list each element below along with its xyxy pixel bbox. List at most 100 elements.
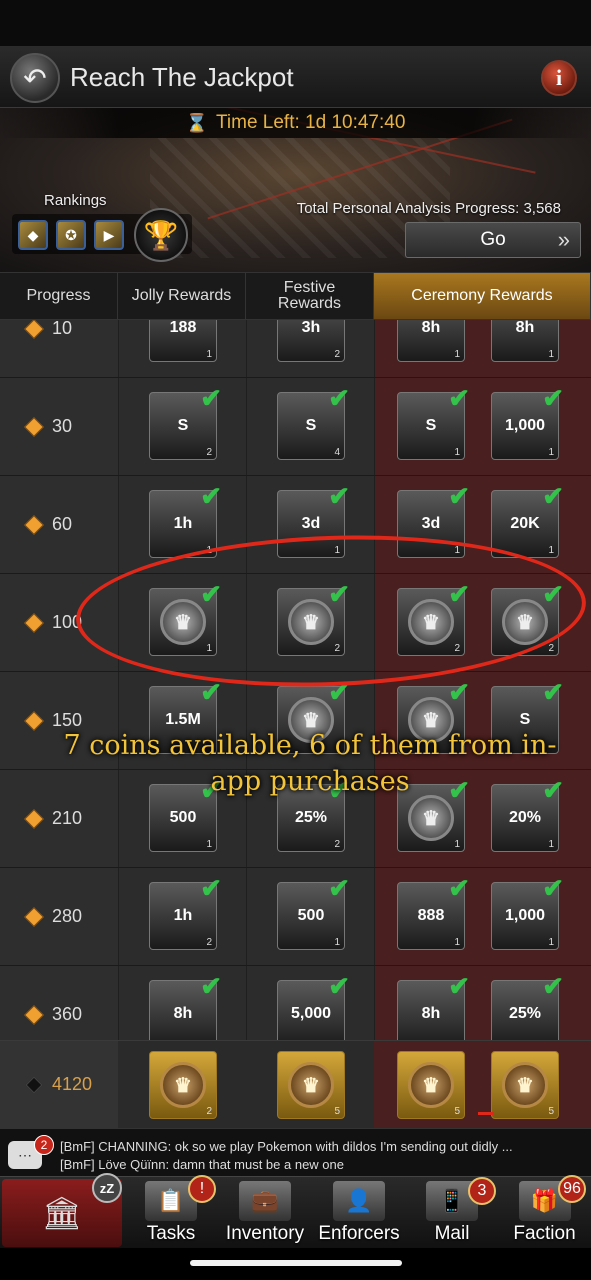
sleep-badge: zZ — [92, 1173, 122, 1203]
reward-label: 8h — [421, 1005, 441, 1022]
reward-quantity: 4 — [334, 447, 340, 458]
reward-item[interactable]: 25% ✔ — [491, 971, 564, 1048]
inventory-icon: 💼 — [239, 1181, 291, 1221]
claimed-check-icon: ✔ — [542, 481, 564, 511]
reward-label: 20K — [510, 515, 540, 532]
reward-item[interactable]: 500 1 ✔ — [277, 873, 350, 950]
go-button[interactable]: Go » — [405, 222, 581, 258]
reward-item[interactable]: 8h1✔ — [491, 320, 559, 362]
reward-quantity: 1 — [548, 349, 554, 360]
claimed-check-icon: ✔ — [328, 873, 350, 903]
double-chevron-right-icon: » — [557, 227, 570, 252]
event-banner: ⌛ Time Left: 1d 10:47:40 Rankings ◆ ✪ ▶ … — [0, 108, 591, 272]
status-bar — [0, 0, 591, 46]
reward-item[interactable]: 888 1 ✔ — [397, 873, 470, 950]
faction-badge: 96 — [558, 1175, 586, 1203]
chat-bar[interactable]: ⋯ 2 [BmF] CHANNING: ok so we play Pokemo… — [0, 1128, 591, 1176]
nav-enforcers[interactable]: 👤 Enforcers — [312, 1177, 406, 1249]
back-arrow-icon[interactable]: ↶ — [10, 53, 60, 103]
reward-item[interactable]: 1,000 1 ✔ — [491, 873, 564, 950]
bottom-nav: 🏛 zZ 📋 ! Tasks 💼 Inventory 👤 Enforcers 📱… — [0, 1173, 591, 1249]
reward-quantity: 2 — [206, 447, 212, 458]
claimed-check-icon: ✔ — [542, 383, 564, 413]
milestone-threshold: 30 — [52, 416, 73, 436]
reward-label: 1,000 — [504, 907, 546, 924]
reward-item[interactable]: S 4 ✔ — [277, 383, 350, 460]
rank-badge-icon[interactable]: ◆ — [18, 220, 48, 250]
reward-item[interactable]: 5,000 ✔ — [277, 971, 350, 1048]
nav-label: Inventory — [225, 1223, 305, 1244]
header: ↶ Reach The Jackpot i — [0, 46, 591, 108]
reward-label: 1h — [173, 515, 193, 532]
reward-item[interactable]: 8h1✔ — [397, 320, 465, 362]
rankings-label: Rankings — [44, 192, 107, 209]
reward-quantity: 1 — [548, 545, 554, 556]
reward-item[interactable]: S 1 ✔ — [397, 383, 470, 460]
reward-label: 3d — [421, 515, 441, 532]
reward-item[interactable]: 1881✔ — [149, 320, 217, 362]
nav-label: Faction — [513, 1223, 576, 1244]
reward-label: 20% — [508, 809, 542, 826]
tab-jolly-rewards[interactable]: Jolly Rewards — [118, 273, 246, 319]
final-reward-row: 4120 ♛ 2 ♛ 5 ♛ 5 ♛ 5 — [0, 1040, 591, 1128]
reward-row: 101881✔3h2✔8h1✔8h1✔ — [0, 320, 591, 378]
nav-inventory[interactable]: 💼 Inventory — [218, 1177, 312, 1249]
reward-label: 1,000 — [504, 417, 546, 434]
claimed-check-icon: ✔ — [542, 873, 564, 903]
nav-mail[interactable]: 📱 3 Mail — [406, 1177, 498, 1249]
reward-item[interactable]: 20K 1 ✔ — [491, 481, 564, 558]
reward-quantity: 2 — [334, 839, 340, 850]
tab-progress[interactable]: Progress — [0, 273, 118, 319]
page-title: Reach The Jackpot — [70, 62, 294, 92]
nav-label: Tasks — [146, 1223, 196, 1244]
reward-quantity: 1 — [206, 839, 212, 850]
reward-row: 280 1h 2 ✔ 500 1 ✔ 888 1 ✔ 1,000 1 ✔ — [0, 868, 591, 966]
reward-quantity: 5 — [334, 1106, 340, 1117]
reward-item[interactable]: S 2 ✔ — [149, 383, 222, 460]
claimed-check-icon: ✔ — [200, 971, 222, 1001]
reward-item[interactable]: 3h2✔ — [277, 320, 345, 362]
reward-label: S — [519, 711, 531, 728]
final-reward-item[interactable]: ♛ 5 — [397, 1051, 465, 1119]
milestone-threshold: 210 — [52, 808, 83, 828]
claimed-check-icon: ✔ — [328, 383, 350, 413]
claimed-check-icon: ✔ — [200, 873, 222, 903]
claimed-check-icon: ✔ — [448, 873, 470, 903]
info-icon[interactable]: i — [541, 60, 577, 96]
reward-item[interactable]: 1h 2 ✔ — [149, 873, 222, 950]
reward-label: 188 — [169, 320, 197, 336]
nav-faction[interactable]: 🎁 96 Faction — [498, 1175, 591, 1249]
rank-speedup-icon[interactable]: ▶ — [94, 220, 124, 250]
reward-item[interactable]: 1h 1 ✔ — [149, 481, 222, 558]
crown-coin-icon: ♛ — [408, 1062, 454, 1108]
nav-label: Enforcers — [318, 1223, 400, 1244]
reward-quantity: 1 — [454, 839, 460, 850]
reward-label: 888 — [417, 907, 445, 924]
nav-tasks[interactable]: 📋 ! Tasks — [124, 1175, 218, 1249]
claimed-check-icon: ✔ — [328, 971, 350, 1001]
reward-label: S — [425, 417, 437, 434]
reward-item[interactable]: 8h ✔ — [149, 971, 222, 1048]
go-label: Go — [480, 229, 506, 250]
claimed-check-icon: ✔ — [448, 481, 470, 511]
milestone-threshold: 60 — [52, 514, 73, 534]
reward-quantity: 2 — [206, 1106, 212, 1117]
time-left: Time Left: 1d 10:47:40 — [216, 112, 406, 133]
tab-ceremony-rewards[interactable]: Ceremony Rewards — [374, 273, 591, 319]
claimed-check-icon: ✔ — [448, 677, 470, 707]
reward-quantity: 1 — [454, 349, 460, 360]
reward-item[interactable]: 1,000 1 ✔ — [491, 383, 564, 460]
annotation-mark — [478, 1112, 494, 1115]
reward-quantity: 2 — [206, 937, 212, 948]
final-reward-item[interactable]: ♛ 5 — [277, 1051, 345, 1119]
rank-medal-icon[interactable]: ✪ — [56, 220, 86, 250]
final-reward-item[interactable]: ♛ 5 — [491, 1051, 559, 1119]
crown-coin-icon: ♛ — [408, 795, 454, 841]
trophy-icon[interactable]: 🏆 — [134, 208, 188, 262]
reward-label: 25% — [508, 1005, 542, 1022]
final-reward-item[interactable]: ♛ 2 — [149, 1051, 217, 1119]
reward-item[interactable]: 8h ✔ — [397, 971, 470, 1048]
crown-coin-icon: ♛ — [160, 1062, 206, 1108]
claimed-check-icon: ✔ — [448, 383, 470, 413]
tab-festive-rewards[interactable]: Festive Rewards — [246, 273, 374, 319]
